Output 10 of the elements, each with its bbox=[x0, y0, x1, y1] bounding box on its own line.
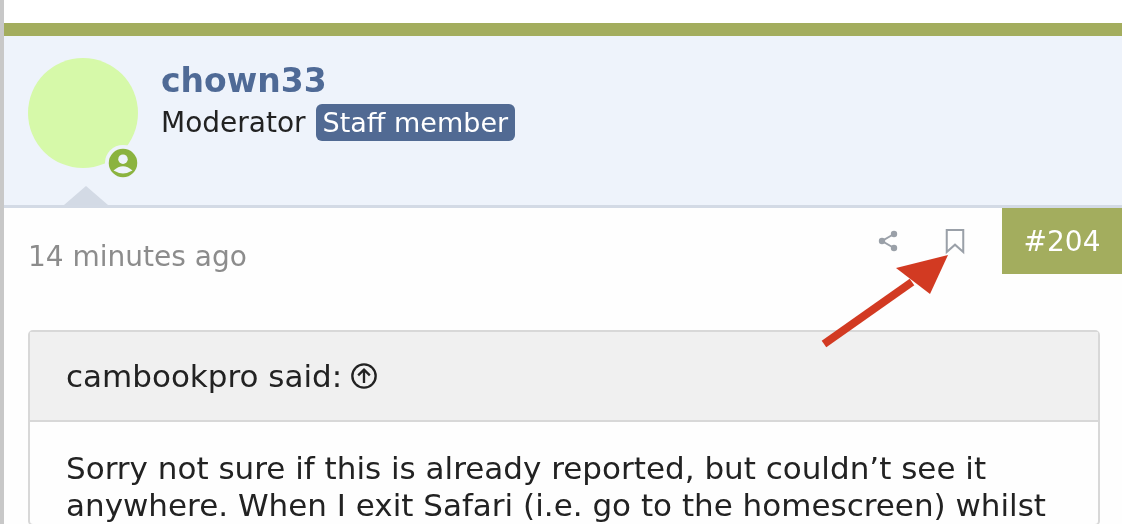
pointer-notch bbox=[64, 186, 108, 205]
post-time[interactable]: 14 minutes ago bbox=[28, 240, 247, 273]
quote-text: Sorry not sure if this is already reported, but couldn’t see it anywhere. When I exit Safari (i.e. go to the homescreen) whilst bbox=[66, 450, 1048, 524]
quote-attribution: cambookpro said: bbox=[66, 358, 343, 394]
user-role: Moderator bbox=[161, 106, 306, 139]
staff-badge: Staff member bbox=[315, 104, 516, 141]
post-number[interactable]: #204 bbox=[1002, 208, 1122, 274]
bookmark-icon[interactable] bbox=[944, 227, 966, 255]
share-icon[interactable] bbox=[876, 229, 900, 253]
username-link[interactable]: chown33 bbox=[161, 64, 516, 98]
